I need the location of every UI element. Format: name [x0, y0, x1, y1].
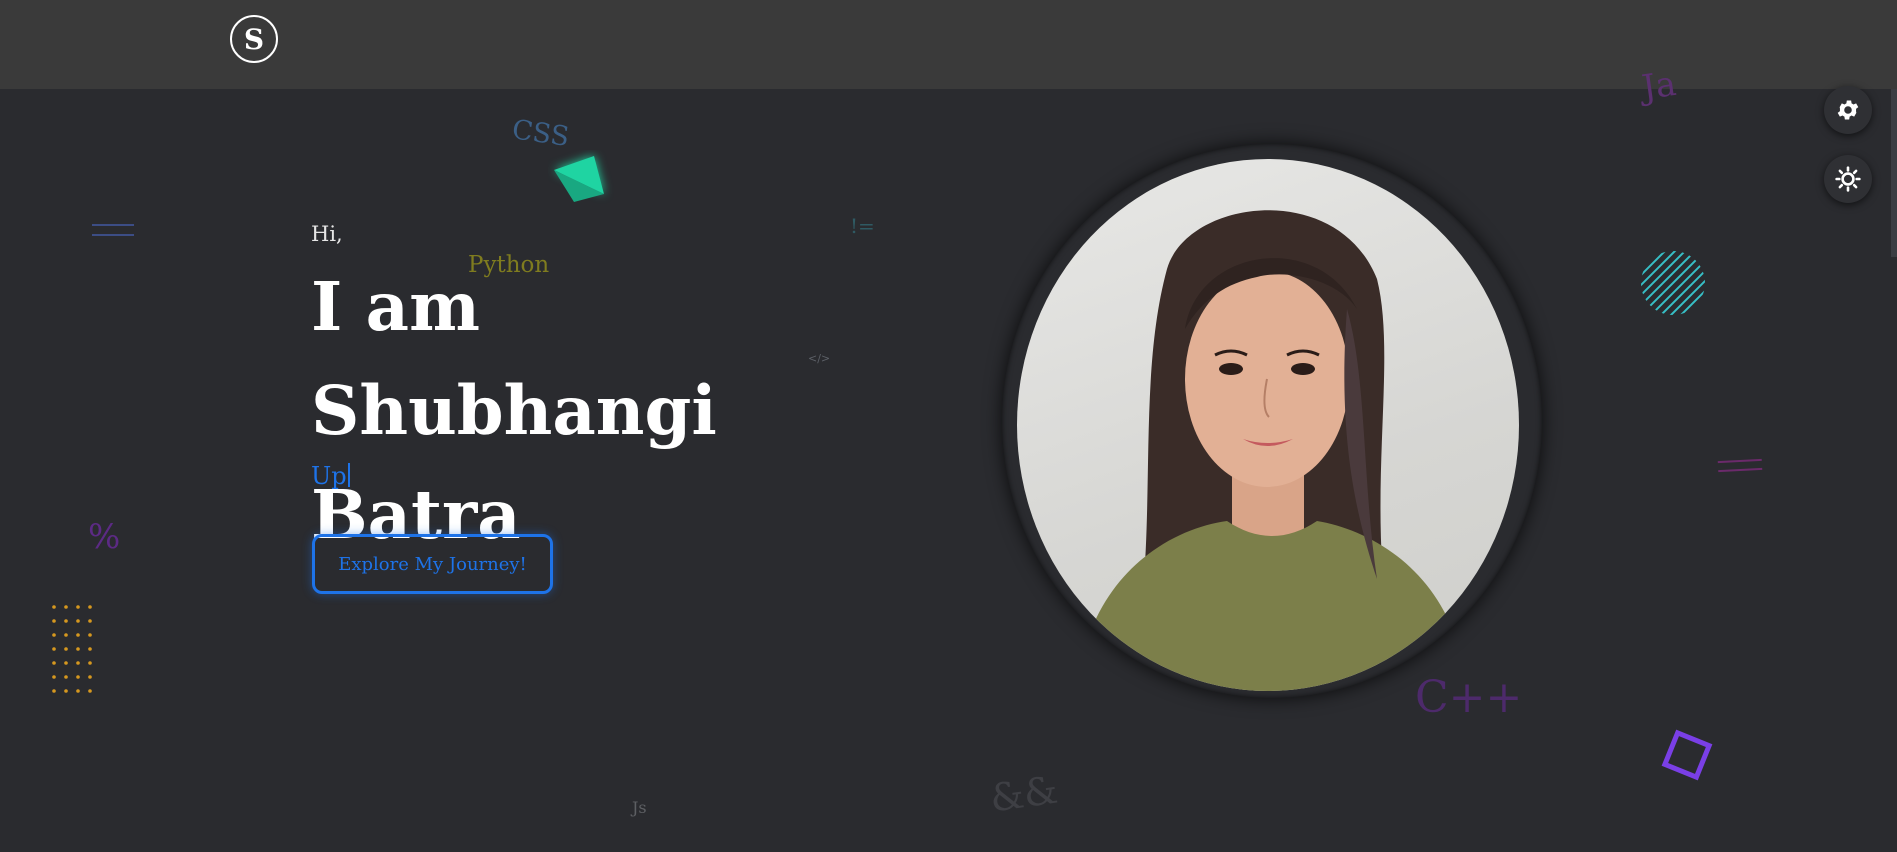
deco-css: CSS [510, 114, 572, 153]
striped-circle-shape [1641, 251, 1705, 315]
top-navbar: S [0, 0, 1897, 89]
typed-role-text: Up [311, 462, 350, 490]
hero-name: I am Shubhangi Batra [311, 255, 871, 567]
explore-journey-button[interactable]: Explore My Journey! [312, 534, 553, 594]
typed-text: Up [311, 462, 347, 490]
logo-letter: S [243, 22, 265, 56]
orange-dot-grid [52, 605, 92, 693]
profile-photo [1017, 159, 1519, 691]
deco-equals-left [92, 224, 134, 236]
deco-not-equal: != [850, 214, 875, 238]
logo[interactable]: S [230, 15, 278, 63]
deco-percent: % [88, 517, 121, 557]
settings-button[interactable] [1824, 86, 1872, 134]
portrait-illustration [1077, 210, 1467, 691]
deco-ampersand: && [987, 767, 1061, 821]
hero-name-line1: I am Shubhangi [311, 267, 717, 450]
greeting: Hi, [311, 222, 343, 246]
deco-js: Js [632, 798, 647, 817]
purple-square-shape [1661, 729, 1713, 781]
gear-icon [1837, 100, 1859, 120]
sun-icon [1835, 166, 1861, 192]
typing-caret [347, 463, 350, 487]
deco-cpp: C++ [1415, 672, 1523, 723]
green-triangle-shape [554, 156, 604, 202]
theme-toggle-button[interactable] [1824, 155, 1872, 203]
page-scrollbar[interactable] [1891, 89, 1897, 257]
deco-equals-right [1717, 458, 1763, 473]
